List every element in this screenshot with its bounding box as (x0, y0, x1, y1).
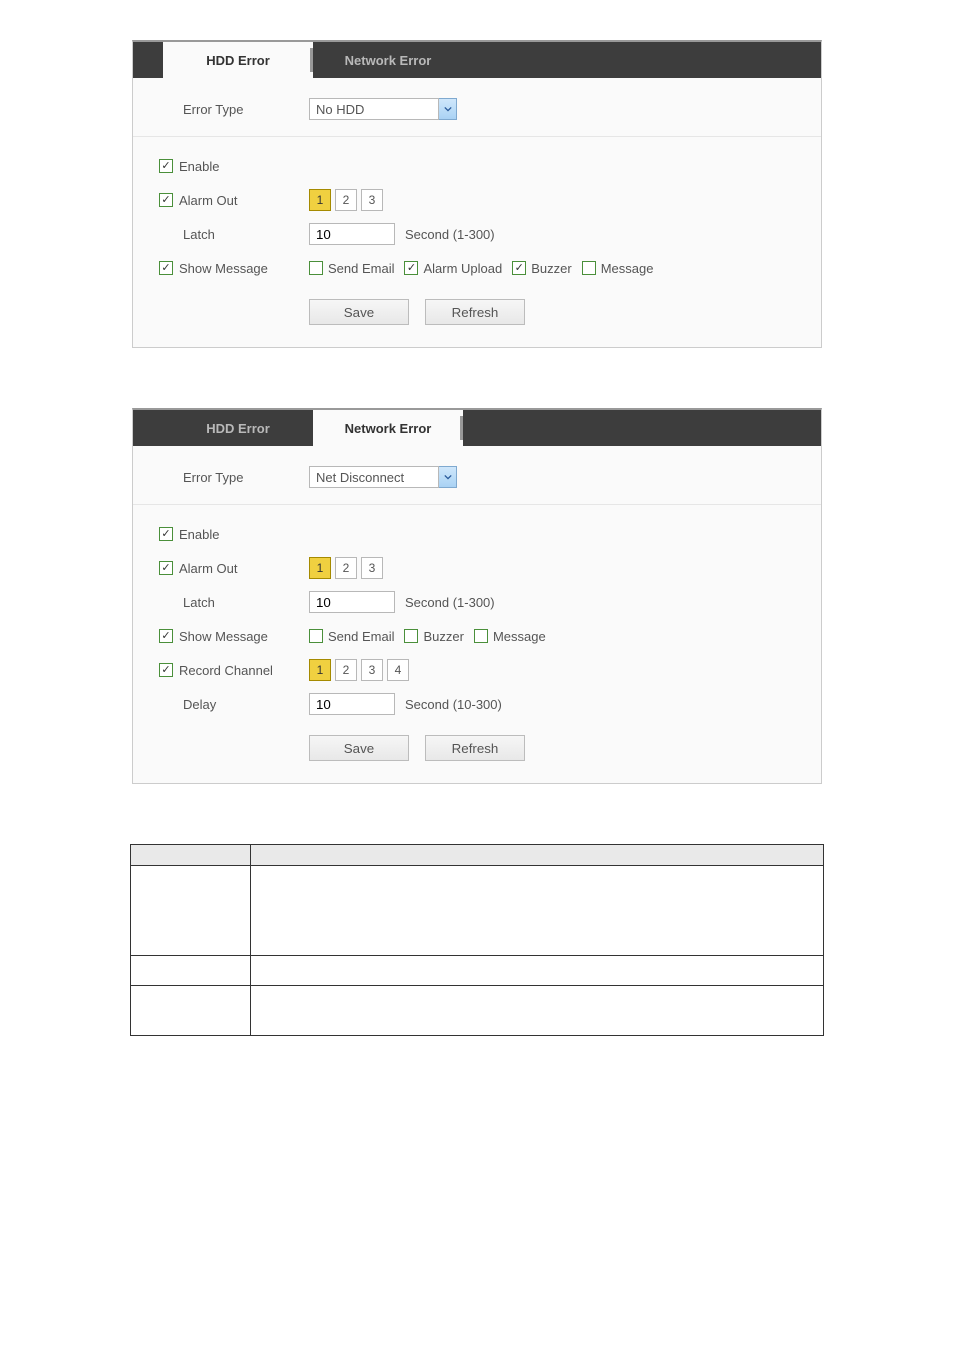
message-label: Message (601, 261, 654, 276)
cell-param (131, 866, 251, 956)
latch-input[interactable] (309, 223, 395, 245)
tabbar: HDD Error Network Error (133, 42, 821, 78)
tabbar: HDD Error Network Error (133, 410, 821, 446)
tab-label: Network Error (345, 53, 432, 68)
cell-func (251, 866, 824, 956)
error-type-select[interactable]: Net Disconnect (309, 466, 457, 488)
alarm-channel-3[interactable]: 3 (361, 189, 383, 211)
delay-input[interactable] (309, 693, 395, 715)
latch-input[interactable] (309, 591, 395, 613)
alarm-out-checkbox[interactable] (159, 193, 173, 207)
buzzer-checkbox[interactable] (512, 261, 526, 275)
enable-checkbox[interactable] (159, 159, 173, 173)
delay-label: Delay (183, 697, 216, 712)
tab-network-error[interactable]: Network Error (313, 42, 463, 78)
parameter-table (130, 844, 824, 1036)
table-row (131, 986, 824, 1036)
save-button[interactable]: Save (309, 299, 409, 325)
send-email-label: Send Email (328, 261, 394, 276)
delay-hint: Second (10-300) (405, 697, 502, 712)
hdd-error-panel: HDD Error Network Error Error Type No HD… (132, 40, 822, 348)
tab-hdd-error[interactable]: HDD Error (163, 42, 313, 78)
alarm-channel-1[interactable]: 1 (309, 557, 331, 579)
table-header-row (131, 845, 824, 866)
send-email-checkbox[interactable] (309, 629, 323, 643)
parameter-table-wrap (130, 844, 824, 1036)
enable-checkbox[interactable] (159, 527, 173, 541)
cell-param (131, 956, 251, 986)
col-parameter (131, 845, 251, 866)
alarm-channel-2[interactable]: 2 (335, 189, 357, 211)
record-channel-1[interactable]: 1 (309, 659, 331, 681)
message-checkbox[interactable] (582, 261, 596, 275)
select-value: Net Disconnect (316, 470, 404, 485)
alarm-channel-3[interactable]: 3 (361, 557, 383, 579)
record-channel-4[interactable]: 4 (387, 659, 409, 681)
chevron-down-icon[interactable] (439, 98, 457, 120)
send-email-checkbox[interactable] (309, 261, 323, 275)
cell-param (131, 986, 251, 1036)
error-type-label: Error Type (183, 102, 243, 117)
message-label: Message (493, 629, 546, 644)
table-row (131, 956, 824, 986)
tab-hdd-error[interactable]: HDD Error (163, 410, 313, 446)
alarm-channel-2[interactable]: 2 (335, 557, 357, 579)
alarm-upload-checkbox[interactable] (404, 261, 418, 275)
record-channel-3[interactable]: 3 (361, 659, 383, 681)
tab-label: HDD Error (206, 53, 270, 68)
error-type-select[interactable]: No HDD (309, 98, 457, 120)
chevron-down-icon[interactable] (439, 466, 457, 488)
col-function (251, 845, 824, 866)
alarm-out-label: Alarm Out (179, 561, 238, 576)
alarm-out-channels: 1 2 3 (309, 189, 383, 211)
panel-content: Error Type No HDD Enable Alarm Ou (133, 78, 821, 347)
record-channels: 1 2 3 4 (309, 659, 409, 681)
tab-network-error[interactable]: Network Error (313, 410, 463, 446)
table-row (131, 866, 824, 956)
show-message-checkbox[interactable] (159, 261, 173, 275)
alarm-out-channels: 1 2 3 (309, 557, 383, 579)
enable-label: Enable (179, 159, 219, 174)
refresh-button[interactable]: Refresh (425, 735, 525, 761)
buzzer-checkbox[interactable] (404, 629, 418, 643)
cell-func (251, 956, 824, 986)
send-email-label: Send Email (328, 629, 394, 644)
latch-label: Latch (183, 595, 215, 610)
buzzer-label: Buzzer (531, 261, 571, 276)
alarm-out-label: Alarm Out (179, 193, 238, 208)
buzzer-label: Buzzer (423, 629, 463, 644)
tab-label: Network Error (345, 421, 432, 436)
message-checkbox[interactable] (474, 629, 488, 643)
latch-hint: Second (1-300) (405, 595, 495, 610)
network-error-panel: HDD Error Network Error Error Type Net D… (132, 408, 822, 784)
latch-label: Latch (183, 227, 215, 242)
alarm-out-checkbox[interactable] (159, 561, 173, 575)
refresh-button[interactable]: Refresh (425, 299, 525, 325)
latch-hint: Second (1-300) (405, 227, 495, 242)
cell-func (251, 986, 824, 1036)
record-channel-checkbox[interactable] (159, 663, 173, 677)
alarm-channel-1[interactable]: 1 (309, 189, 331, 211)
select-value: No HDD (316, 102, 364, 117)
record-channel-2[interactable]: 2 (335, 659, 357, 681)
alarm-upload-label: Alarm Upload (423, 261, 502, 276)
panel-content: Error Type Net Disconnect Enable (133, 446, 821, 783)
show-message-label: Show Message (179, 261, 268, 276)
save-button[interactable]: Save (309, 735, 409, 761)
show-message-checkbox[interactable] (159, 629, 173, 643)
enable-label: Enable (179, 527, 219, 542)
error-type-label: Error Type (183, 470, 243, 485)
show-message-label: Show Message (179, 629, 268, 644)
record-channel-label: Record Channel (179, 663, 273, 678)
tab-label: HDD Error (206, 421, 270, 436)
